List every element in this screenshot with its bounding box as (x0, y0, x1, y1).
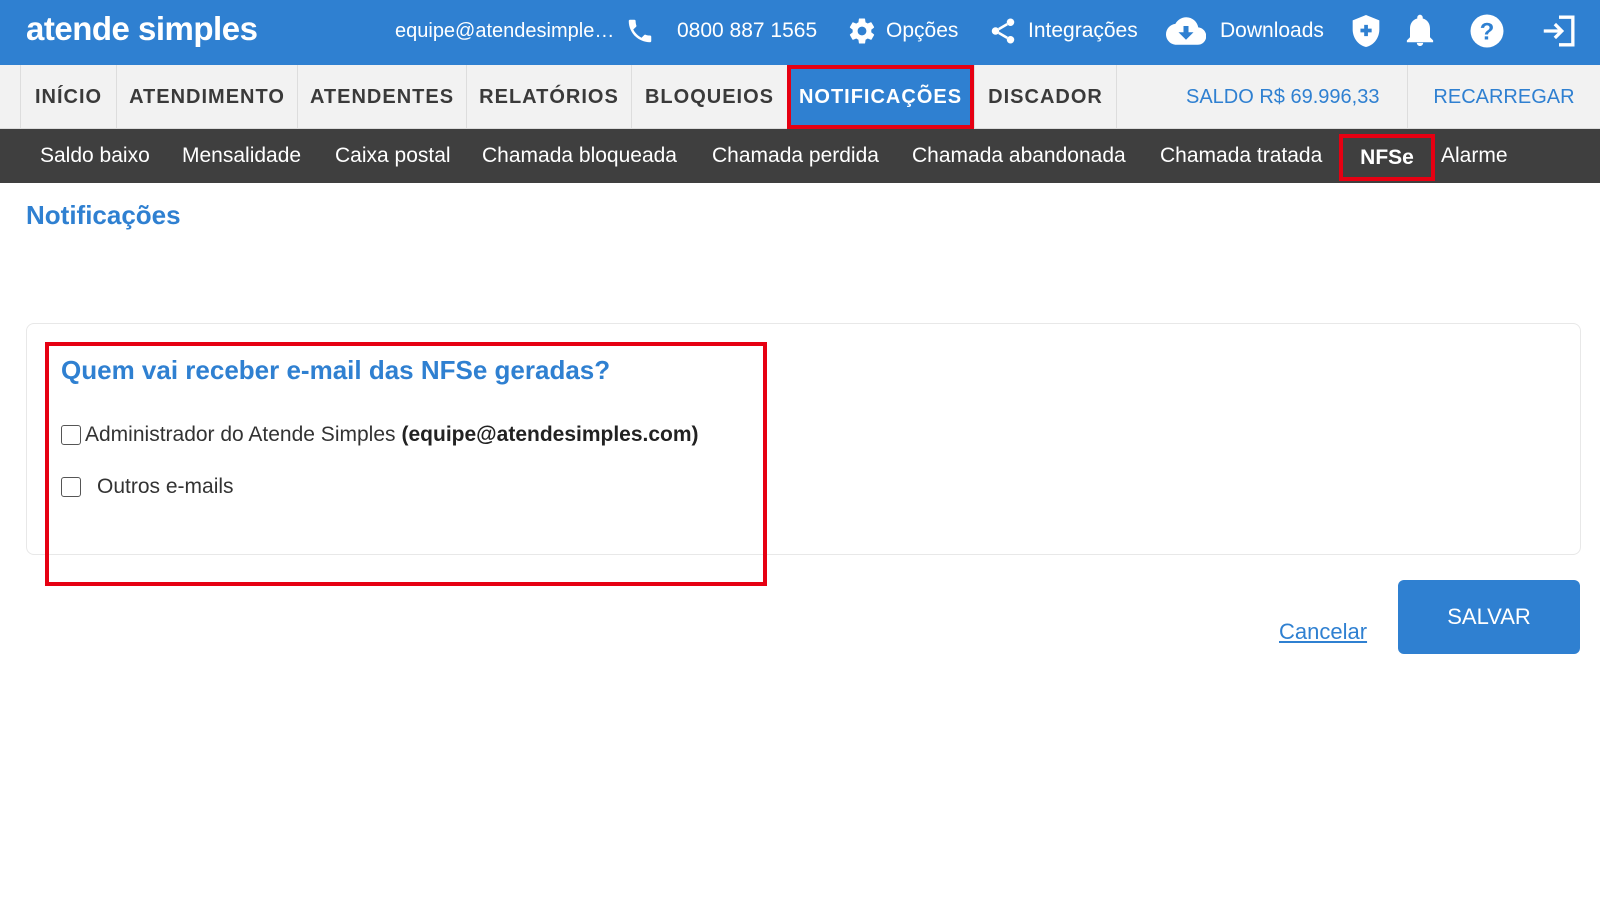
phone-link[interactable]: 0800 887 1565 (625, 0, 817, 62)
subnav-saldo-baixo[interactable]: Saldo baixo (40, 129, 150, 183)
bell-icon[interactable] (1401, 12, 1439, 50)
subnav-alarme[interactable]: Alarme (1441, 129, 1508, 183)
top-bar: atende simples equipe@atendesimple… 0800… (0, 0, 1600, 65)
nav-notificacoes[interactable]: NOTIFICAÇÕES (787, 65, 974, 129)
downloads-menu[interactable]: Downloads (1166, 0, 1324, 62)
outros-label[interactable]: Outros e-mails (97, 475, 234, 499)
user-email[interactable]: equipe@atendesimple… (395, 0, 614, 62)
subnav-chamada-abandonada[interactable]: Chamada abandonada (912, 129, 1126, 183)
option-admin-row: Administrador do Atende Simples (equipe@… (61, 423, 699, 447)
cancel-link[interactable]: Cancelar (1279, 619, 1367, 645)
shield-icon[interactable] (1347, 12, 1385, 50)
gear-icon (849, 18, 875, 44)
sub-nav: Saldo baixo Mensalidade Caixa postal Cha… (0, 129, 1600, 183)
nav-bloqueios[interactable]: BLOQUEIOS (631, 65, 787, 129)
subnav-chamada-tratada[interactable]: Chamada tratada (1160, 129, 1322, 183)
share-icon (991, 18, 1015, 44)
admin-checkbox[interactable] (61, 425, 81, 445)
subnav-chamada-perdida[interactable]: Chamada perdida (712, 129, 879, 183)
admin-email: (equipe@atendesimples.com) (401, 423, 699, 446)
admin-label[interactable]: Administrador do Atende Simples (85, 423, 396, 447)
section-question: Quem vai receber e-mail das NFSe geradas… (61, 355, 611, 385)
main-nav: INÍCIO ATENDIMENTO ATENDENTES RELATÓRIOS… (0, 65, 1600, 129)
integracoes-label: Integrações (1028, 19, 1138, 42)
option-outros-row: Outros e-mails (61, 475, 234, 499)
subnav-chamada-bloqueada[interactable]: Chamada bloqueada (482, 129, 677, 183)
page-title: Notificações (26, 200, 181, 230)
subnav-caixa-postal[interactable]: Caixa postal (335, 129, 451, 183)
logout-icon[interactable] (1540, 12, 1578, 50)
recarregar-link[interactable]: RECARREGAR (1407, 65, 1600, 129)
saldo-balance: SALDO R$ 69.996,33 (1186, 85, 1380, 108)
outros-checkbox[interactable] (61, 477, 81, 497)
save-button[interactable]: SALVAR (1398, 580, 1580, 654)
opcoes-menu[interactable]: Opções (847, 0, 958, 62)
nav-relatorios[interactable]: RELATÓRIOS (466, 65, 631, 129)
nav-discador[interactable]: DISCADOR (974, 65, 1117, 129)
subnav-nfse[interactable]: NFSe (1339, 134, 1435, 181)
app-logo[interactable]: atende simples (26, 10, 258, 48)
nav-atendimento[interactable]: ATENDIMENTO (116, 65, 297, 129)
opcoes-label: Opções (886, 19, 959, 42)
nav-inicio[interactable]: INÍCIO (20, 65, 116, 129)
help-icon[interactable]: ? (1468, 12, 1506, 50)
integracoes-menu[interactable]: Integrações (988, 0, 1138, 62)
subnav-mensalidade[interactable]: Mensalidade (182, 129, 301, 183)
downloads-label: Downloads (1220, 19, 1324, 42)
phone-number: 0800 887 1565 (677, 19, 818, 42)
cloud-download-icon (1166, 17, 1206, 45)
nav-atendentes[interactable]: ATENDENTES (297, 65, 466, 129)
svg-text:?: ? (1480, 18, 1495, 45)
phone-icon (628, 19, 652, 43)
